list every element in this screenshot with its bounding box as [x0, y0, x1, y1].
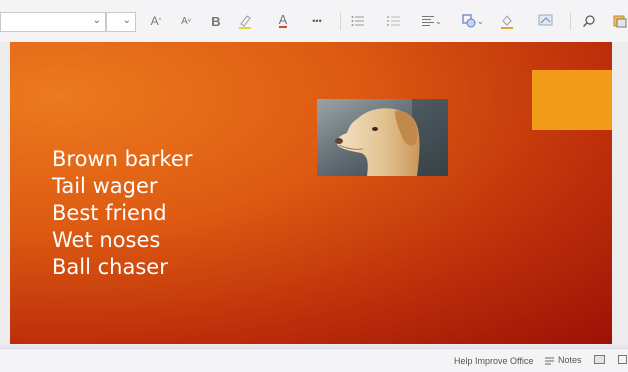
chevron-down-icon: ⌄	[92, 15, 101, 26]
dog-photo[interactable]	[317, 99, 448, 176]
labrador-image	[317, 99, 448, 176]
designer-icon	[613, 15, 627, 28]
slide[interactable]: Brown barker Tail wager Best friend Wet …	[10, 42, 612, 344]
arrange-icon	[538, 14, 553, 26]
font-color-icon: A	[278, 12, 288, 28]
toolbar-separator	[570, 12, 571, 30]
ribbon-toolbar: ⌄ ⌄ A ^ Av B A ••• ⌄ ⌄	[0, 0, 628, 43]
align-left-icon	[421, 16, 434, 26]
bold-button[interactable]: B	[209, 10, 223, 32]
font-name-dropdown[interactable]: ⌄	[0, 12, 106, 32]
font-color-button[interactable]: A	[276, 10, 290, 32]
search-button[interactable]	[580, 10, 598, 32]
bullet-list-icon	[351, 16, 364, 26]
bullet-item[interactable]: Best friend	[52, 200, 192, 227]
bullet-item[interactable]: Brown barker	[52, 146, 192, 173]
bullet-item[interactable]: Wet noses	[52, 227, 192, 254]
toolbar-separator	[340, 12, 341, 30]
grow-font-button[interactable]: A ^	[148, 10, 164, 32]
notes-label: Notes	[558, 355, 582, 365]
help-improve-office-link[interactable]: Help Improve Office	[454, 356, 533, 366]
shapes-button[interactable]: ⌄	[460, 10, 486, 32]
normal-view-icon[interactable]	[594, 355, 605, 364]
numbered-list-icon	[387, 16, 400, 26]
shrink-font-icon: A	[181, 15, 188, 27]
notes-icon	[545, 357, 554, 364]
numbering-button[interactable]	[386, 10, 402, 32]
designer-button[interactable]	[612, 10, 628, 32]
bullet-item[interactable]: Tail wager	[52, 173, 192, 200]
shrink-font-button[interactable]: Av	[178, 10, 194, 32]
shapes-icon	[462, 14, 476, 28]
slide-editor-area[interactable]: Brown barker Tail wager Best friend Wet …	[0, 42, 628, 346]
more-icon: •••	[312, 16, 322, 26]
search-icon	[583, 15, 595, 27]
chevron-down-icon: ⌄	[476, 15, 485, 26]
font-size-dropdown[interactable]: ⌄	[106, 12, 136, 32]
grow-font-icon: A	[150, 14, 159, 28]
bullet-list[interactable]: Brown barker Tail wager Best friend Wet …	[52, 146, 192, 281]
paint-bucket-icon	[501, 15, 513, 29]
highlighter-icon	[239, 15, 251, 29]
accent-rectangle-shape[interactable]	[532, 70, 612, 130]
bullets-button[interactable]	[350, 10, 366, 32]
highlight-button[interactable]	[237, 10, 253, 32]
align-button[interactable]: ⌄	[420, 10, 444, 32]
more-options-button[interactable]: •••	[306, 10, 328, 32]
chevron-down-icon: ⌄	[434, 15, 443, 26]
arrange-button[interactable]	[537, 10, 555, 32]
notes-button[interactable]: Notes	[544, 355, 582, 365]
status-bar: Help Improve Office Notes	[0, 348, 628, 372]
shape-fill-button[interactable]	[498, 10, 516, 32]
chevron-down-icon: ⌄	[122, 15, 131, 26]
bold-icon: B	[211, 13, 221, 29]
slide-sorter-view-icon[interactable]	[618, 355, 627, 364]
bullet-item[interactable]: Ball chaser	[52, 254, 192, 281]
